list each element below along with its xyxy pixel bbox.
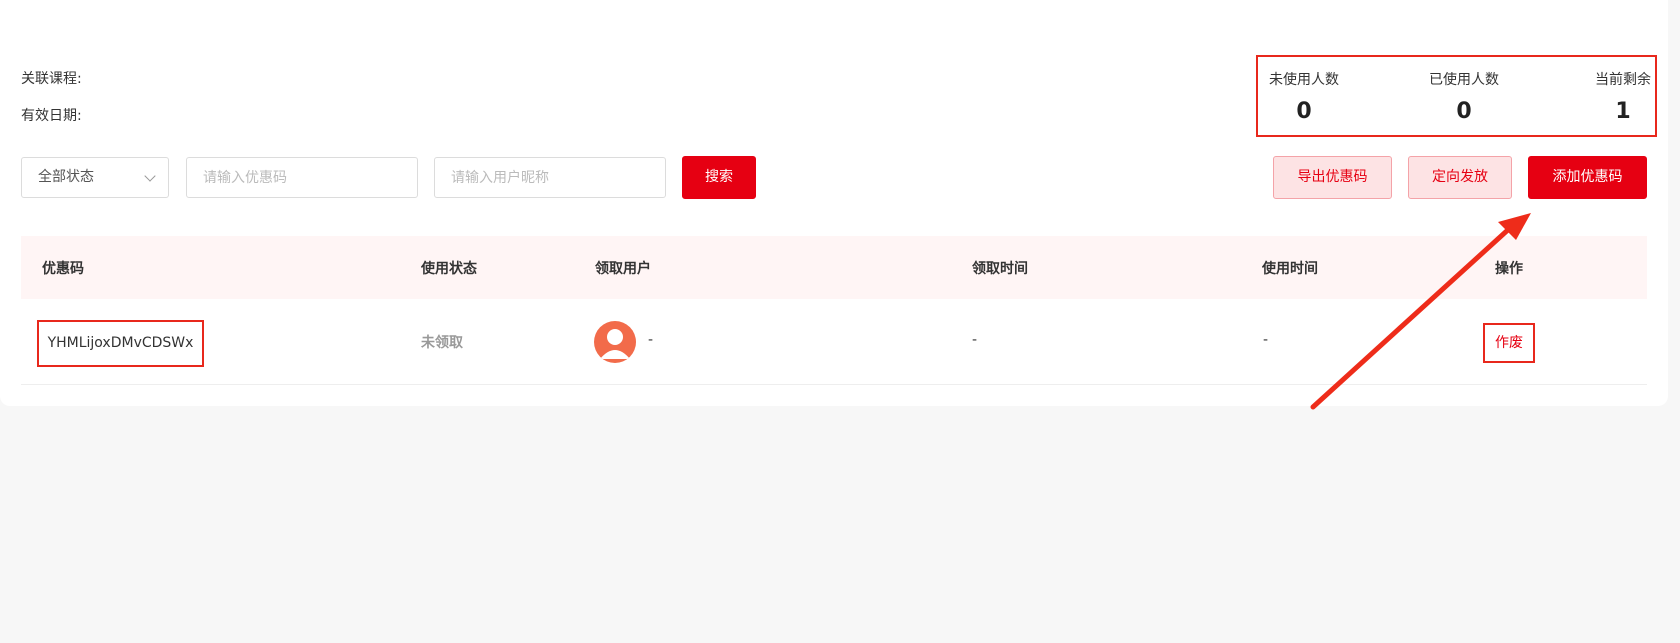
status-cell: 未领取 bbox=[421, 335, 463, 351]
coupon-panel: 关联课程: 有效日期: 未使用人数 0 已使用人数 0 当前剩余 1 全部状态 … bbox=[0, 0, 1668, 406]
search-button[interactable]: 搜索 bbox=[682, 156, 756, 199]
user-cell: - bbox=[648, 332, 654, 348]
export-coupons-button[interactable]: 导出优惠码 bbox=[1273, 156, 1392, 199]
stat-unused-value: 0 bbox=[1296, 99, 1312, 124]
stat-remaining-label: 当前剩余 bbox=[1595, 72, 1651, 88]
course-label: 关联课程: bbox=[21, 71, 82, 87]
status-select[interactable]: 全部状态 bbox=[21, 157, 169, 198]
stat-used-value: 0 bbox=[1456, 99, 1472, 124]
stat-used-label: 已使用人数 bbox=[1429, 72, 1499, 88]
header-action: 操作 bbox=[1495, 261, 1523, 277]
user-avatar-icon bbox=[594, 321, 636, 363]
date-label: 有效日期: bbox=[21, 108, 82, 124]
use-time-cell: - bbox=[1263, 332, 1269, 348]
header-code: 优惠码 bbox=[42, 261, 84, 277]
header-user: 领取用户 bbox=[595, 261, 651, 277]
coupon-code-cell: YHMLijoxDMvCDSWx bbox=[37, 320, 204, 367]
stat-unused: 未使用人数 0 bbox=[1266, 69, 1342, 124]
chevron-down-icon bbox=[144, 170, 156, 182]
stat-remaining-value: 1 bbox=[1615, 99, 1631, 124]
header-use-time: 使用时间 bbox=[1262, 261, 1318, 277]
stats-box: 未使用人数 0 已使用人数 0 当前剩余 1 bbox=[1256, 55, 1657, 137]
table-row: YHMLijoxDMvCDSWx 未领取 - - - 作废 bbox=[21, 299, 1647, 385]
stat-remaining: 当前剩余 1 bbox=[1588, 69, 1658, 124]
targeted-issue-button[interactable]: 定向发放 bbox=[1408, 156, 1512, 199]
table-header: 优惠码 使用状态 领取用户 领取时间 使用时间 操作 bbox=[21, 236, 1647, 299]
void-button[interactable]: 作废 bbox=[1483, 323, 1535, 363]
stat-unused-label: 未使用人数 bbox=[1269, 72, 1339, 88]
status-select-value: 全部状态 bbox=[38, 169, 94, 185]
header-receive-time: 领取时间 bbox=[972, 261, 1028, 277]
header-status: 使用状态 bbox=[421, 261, 477, 277]
user-nickname-input[interactable] bbox=[434, 157, 666, 198]
receive-time-cell: - bbox=[972, 332, 978, 348]
stat-used: 已使用人数 0 bbox=[1426, 69, 1502, 124]
add-coupon-button[interactable]: 添加优惠码 bbox=[1528, 156, 1647, 199]
coupon-code-input[interactable] bbox=[186, 157, 418, 198]
